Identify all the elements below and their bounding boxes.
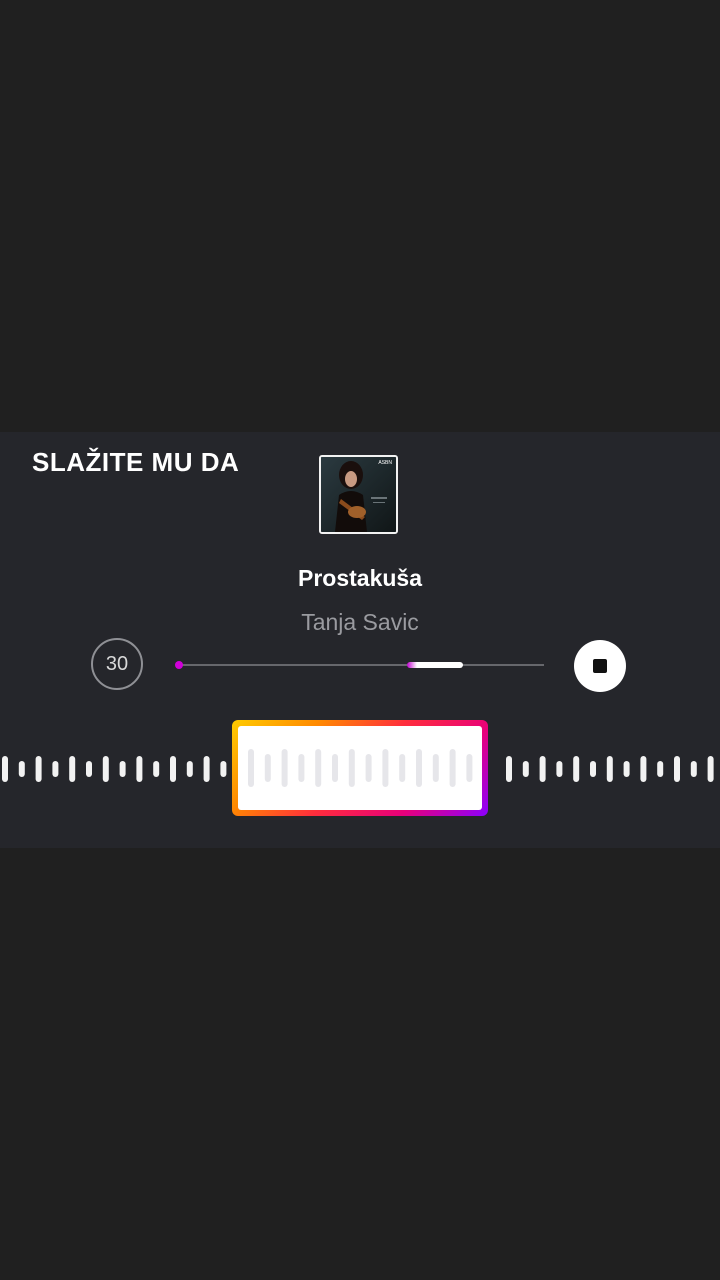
song-title: Prostakuša — [297, 565, 422, 591]
clip-duration-label: 30 — [105, 652, 129, 675]
waveform-bar — [186, 761, 193, 777]
artist-name: Tanja Savic — [301, 609, 419, 635]
selected-waveform-bar — [399, 754, 406, 782]
waveform-bar — [556, 761, 563, 777]
selected-waveform-bar — [432, 754, 439, 782]
stop-button[interactable] — [574, 640, 626, 692]
selected-waveform-bar — [298, 754, 305, 782]
selected-waveform-bar — [416, 749, 422, 787]
waveform-bar — [2, 756, 8, 782]
selected-waveform-bar — [449, 749, 456, 787]
selected-waveform-bar — [264, 754, 271, 782]
selected-waveform — [248, 749, 473, 787]
clip-selection-frame[interactable] — [232, 720, 488, 816]
waveform-bar — [35, 756, 42, 782]
waveform-bar — [590, 761, 596, 777]
progress-start-dot — [175, 661, 183, 669]
waveform-bar — [136, 756, 143, 782]
waveform-bar — [69, 756, 76, 782]
waveform-bar — [674, 756, 680, 782]
music-sticker-editor: SLAŽITE MU DA ASBN Prostakuša Tanja Savi… — [0, 0, 720, 1280]
selected-waveform-bar — [382, 749, 389, 787]
waveform-bar — [657, 761, 664, 777]
selected-clip-indicator — [407, 662, 463, 668]
clip-duration-button[interactable]: 30 — [91, 638, 143, 690]
selected-waveform-bar — [281, 749, 288, 787]
selected-waveform-bar — [365, 754, 372, 782]
waveform-bar — [539, 756, 546, 782]
waveform-bar — [203, 756, 210, 782]
selected-waveform-bar — [248, 749, 254, 787]
waveform-bar — [707, 756, 714, 782]
waveform-bar — [86, 761, 92, 777]
song-progress-track[interactable] — [178, 664, 544, 666]
waveform-bar — [573, 756, 580, 782]
waveform-bar — [220, 761, 227, 777]
waveform-bar — [606, 756, 613, 782]
stop-icon — [593, 659, 607, 673]
waveform-bar — [640, 756, 647, 782]
selected-waveform-bar — [332, 754, 338, 782]
waveform-bar — [522, 761, 529, 777]
waveform-bar — [506, 756, 512, 782]
cover-badge: ASBN — [378, 460, 392, 466]
selected-waveform-bar — [348, 749, 355, 787]
waveform-bar — [52, 761, 59, 777]
waveform-bar — [119, 761, 126, 777]
waveform-bar — [153, 761, 160, 777]
lyric-sticker-text[interactable]: SLAŽITE MU DA — [32, 447, 239, 478]
selected-waveform-bar — [466, 754, 473, 782]
waveform-bar — [102, 756, 109, 782]
album-cover: ASBN — [319, 455, 398, 534]
waveform-bar — [690, 761, 697, 777]
waveform-bar — [18, 761, 25, 777]
selected-waveform-bar — [315, 749, 322, 787]
waveform-bar — [170, 756, 176, 782]
waveform-bar — [623, 761, 630, 777]
clip-selection-window — [238, 726, 482, 810]
